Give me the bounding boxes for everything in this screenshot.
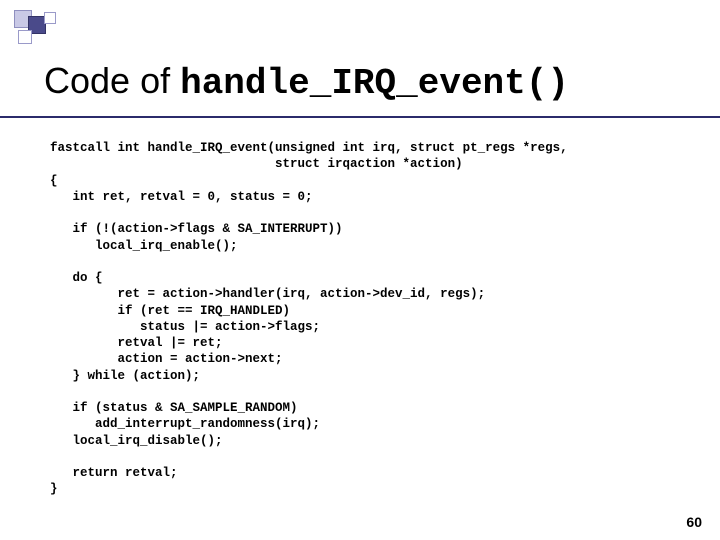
- deco-square: [44, 12, 56, 24]
- code-line: local_irq_disable();: [50, 434, 223, 448]
- deco-square: [28, 16, 46, 34]
- code-line: return retval;: [50, 466, 178, 480]
- deco-square: [14, 10, 32, 28]
- code-line: retval |= ret;: [50, 336, 223, 350]
- code-line: local_irq_enable();: [50, 239, 238, 253]
- code-line: }: [50, 482, 58, 496]
- code-line: } while (action);: [50, 369, 200, 383]
- code-line: if (ret == IRQ_HANDLED): [50, 304, 290, 318]
- corner-decoration: [14, 10, 74, 52]
- title-underline: [0, 116, 720, 118]
- code-line: action = action->next;: [50, 352, 283, 366]
- slide-title: Code of handle_IRQ_event(): [44, 60, 569, 104]
- code-line: add_interrupt_randomness(irq);: [50, 417, 320, 431]
- code-line: status |= action->flags;: [50, 320, 320, 334]
- page-number: 60: [686, 514, 702, 530]
- code-line: struct irqaction *action): [50, 157, 463, 171]
- code-line: if (status & SA_SAMPLE_RANDOM): [50, 401, 298, 415]
- title-function-name: handle_IRQ_event(): [180, 63, 569, 104]
- code-line: if (!(action->flags & SA_INTERRUPT)): [50, 222, 343, 236]
- code-block: fastcall int handle_IRQ_event(unsigned i…: [50, 140, 568, 498]
- code-line: ret = action->handler(irq, action->dev_i…: [50, 287, 485, 301]
- code-line: {: [50, 174, 58, 188]
- code-line: do {: [50, 271, 103, 285]
- code-line: fastcall int handle_IRQ_event(unsigned i…: [50, 141, 568, 155]
- slide: Code of handle_IRQ_event() fastcall int …: [0, 0, 720, 540]
- code-line: int ret, retval = 0, status = 0;: [50, 190, 313, 204]
- deco-square: [18, 30, 32, 44]
- title-prefix: Code of: [44, 60, 180, 101]
